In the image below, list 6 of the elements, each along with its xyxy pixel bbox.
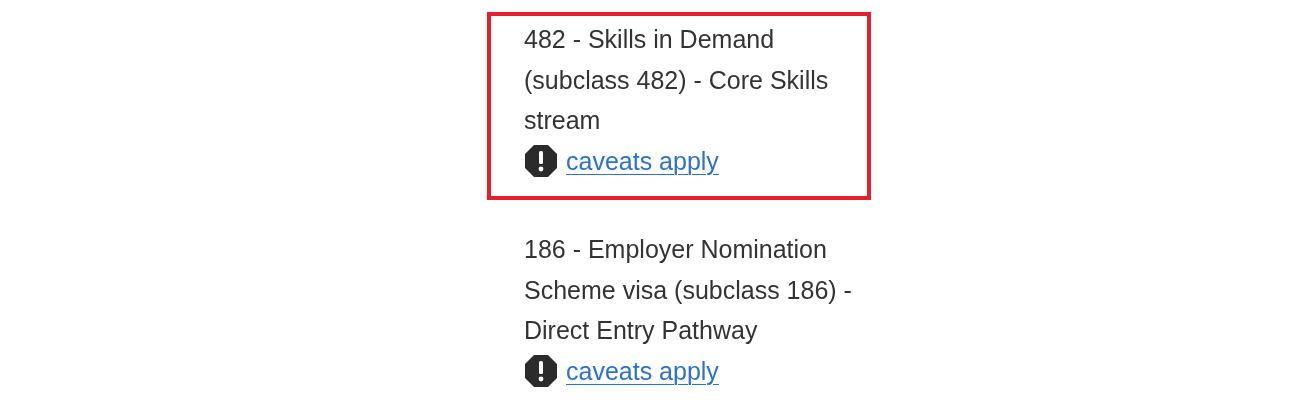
warning-icon [524, 143, 558, 178]
caveats-link[interactable]: caveats apply [566, 350, 719, 391]
caveats-link[interactable]: caveats apply [566, 140, 719, 181]
visa-title: 482 - Skills in Demand (subclass 482) - Core Skills stream [524, 24, 830, 136]
visa-title: 186 - Employer Nomination Scheme visa (subclass 186) - Direct Entry Pathway [524, 234, 853, 346]
warning-icon [524, 353, 558, 388]
